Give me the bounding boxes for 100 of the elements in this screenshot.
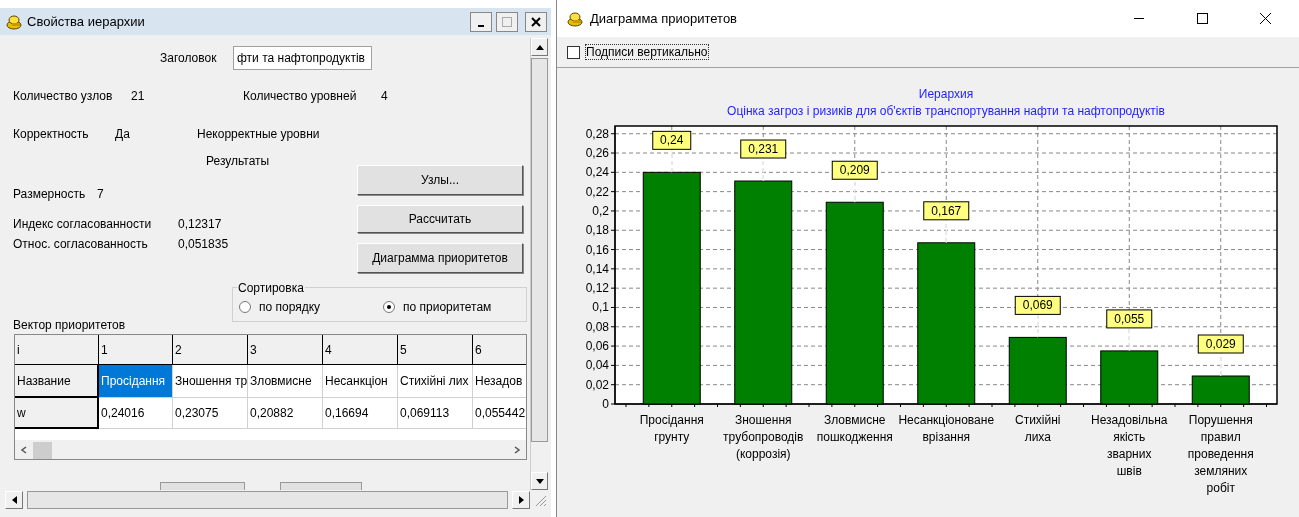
radio-option[interactable]: по приоритетам	[383, 297, 492, 316]
radio-button[interactable]	[239, 300, 251, 313]
header-cell: w	[15, 398, 99, 429]
minimize-button[interactable]	[470, 11, 492, 32]
chart-title: Иерархия	[918, 87, 974, 101]
scroll-down-button[interactable]	[531, 472, 548, 490]
app-icon	[567, 10, 584, 27]
maximize-icon	[502, 16, 512, 27]
scroll-left-button[interactable]	[5, 491, 23, 509]
table-cell[interactable]: Незадов	[473, 365, 526, 398]
scroll-right-button[interactable]	[512, 491, 530, 509]
table-cell[interactable]: Зловмисне	[248, 365, 323, 398]
category-label: Порушення правил проведення земляних робіт	[1187, 413, 1254, 495]
scroll-thumb[interactable]	[531, 58, 548, 442]
table-cell[interactable]: Просідання	[99, 365, 173, 398]
table-cell[interactable]: 0,20882	[248, 398, 323, 429]
y-tick-label: 0,1	[592, 300, 609, 315]
value-label: 0,209	[831, 160, 878, 180]
radio-option[interactable]: по порядку	[239, 297, 383, 316]
up-arrow-icon	[534, 43, 545, 51]
window-title: Диаграмма приоритетов	[590, 9, 738, 28]
maximize-icon	[1196, 13, 1208, 24]
push-button[interactable]: Рассчитать	[357, 205, 523, 233]
field-value: 4	[381, 88, 388, 103]
field-label: Заголовок	[160, 50, 218, 67]
field-value: 7	[97, 186, 104, 201]
scroll-thumb[interactable]	[33, 441, 52, 459]
y-tick-label: 0,02	[585, 377, 609, 392]
y-tick-label: 0,14	[585, 261, 609, 276]
field-value: 0,051835	[178, 236, 229, 251]
header-cell: 4	[323, 335, 398, 365]
checkbox[interactable]	[567, 45, 580, 59]
table-cell[interactable]: 0,16694	[323, 398, 398, 429]
window-title: Свойства иерархии	[27, 12, 145, 31]
table-cell[interactable]: 0,23075	[173, 398, 248, 429]
chevron-left-icon	[19, 444, 29, 456]
field-label: Индекс согласованности	[12, 216, 153, 231]
y-tick-label: 0,12	[585, 281, 609, 296]
chart-subtitle: Оцінка загроз і ризиків для об'єктів транспортування нафти та нафтопродуктів	[727, 104, 1165, 118]
down-arrow-icon	[534, 477, 545, 485]
chevron-right-icon	[512, 444, 522, 456]
category-label: Просідання грунту	[639, 413, 704, 444]
field-label: Размерность	[12, 186, 87, 201]
scroll-up-button[interactable]	[531, 38, 548, 56]
field-value: Да	[115, 126, 131, 141]
close-icon	[531, 16, 541, 27]
radio-button[interactable]	[383, 300, 395, 313]
minimize-icon	[1134, 18, 1144, 19]
y-tick-label: 0,24	[585, 165, 609, 180]
scroll-thumb[interactable]	[27, 491, 508, 509]
y-tick-label: 0,26	[585, 146, 609, 161]
table-cell[interactable]: 0,055442	[473, 398, 526, 429]
header-cell: 5	[398, 335, 473, 365]
y-tick-label: 0,06	[585, 339, 609, 354]
app-icon	[6, 13, 23, 30]
right-arrow-icon	[517, 495, 525, 505]
push-button[interactable]: Диаграмма приоритетов	[357, 243, 523, 273]
y-tick-label: 0,2	[592, 203, 609, 218]
header-cell: 1	[99, 335, 173, 365]
category-label: Незадовільна якість зварних швів	[1091, 413, 1168, 478]
y-tick-label: 0,16	[585, 242, 609, 257]
y-tick-label: 0,22	[585, 184, 609, 199]
value-label: 0,069	[1014, 295, 1061, 315]
close-button[interactable]	[525, 11, 547, 32]
field-value: 0,12317	[178, 216, 222, 231]
minimize-icon	[478, 24, 484, 27]
value-label: 0,231	[740, 139, 787, 159]
close-icon	[1259, 13, 1271, 24]
header-cell: Название	[15, 365, 99, 398]
table-cell[interactable]: 0,24016	[99, 398, 173, 429]
field-label: Количество уровней	[243, 88, 358, 103]
y-tick-label: 0,18	[585, 223, 609, 238]
y-tick-label: 0	[602, 397, 609, 411]
field-label: Количество узлов	[12, 88, 114, 103]
title-input[interactable]: фти та нафтопродуктів	[233, 46, 372, 70]
section-label: Результаты	[205, 153, 271, 168]
table-cell[interactable]: Стихійні лих	[398, 365, 473, 398]
category-label: Зношення трубопроводів (коррозія)	[723, 413, 804, 461]
field-label: Корректность	[12, 126, 90, 141]
bar	[1100, 350, 1159, 405]
table-cell[interactable]: 0,069113	[398, 398, 473, 429]
table-cell[interactable]: Несанкціон	[323, 365, 398, 398]
y-tick-label: 0,28	[585, 126, 609, 141]
y-tick-label: 0,08	[585, 319, 609, 334]
left-arrow-icon	[10, 495, 18, 505]
field-label: Относ. согласованность	[12, 236, 149, 251]
table-cell[interactable]: Зношення тр	[173, 365, 248, 398]
y-tick-label: 0,04	[585, 358, 609, 373]
header-cell: i	[15, 335, 99, 365]
push-button[interactable]: Узлы...	[357, 165, 523, 195]
header-cell: 3	[248, 335, 323, 365]
bar	[1008, 336, 1067, 405]
value-label: 0,029	[1197, 334, 1244, 354]
category-label: Несанкціоноване врізання	[898, 413, 995, 444]
bar	[1191, 375, 1250, 405]
value-label: 0,167	[923, 201, 970, 221]
value-label: 0,24	[652, 130, 692, 150]
category-label: Зловмисне пошкодження	[816, 413, 893, 444]
header-cell: 2	[173, 335, 248, 365]
value-label: 0,055	[1106, 309, 1153, 329]
